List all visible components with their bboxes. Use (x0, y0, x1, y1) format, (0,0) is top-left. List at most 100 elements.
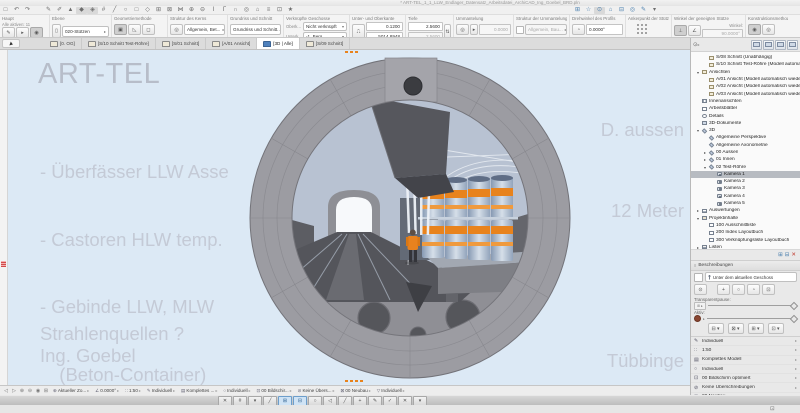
tree-item-3d-dokumente[interactable]: 3D-Dokumente (691, 120, 800, 127)
status-overrides[interactable]: ⊘Keine Übers...▸ (295, 388, 338, 394)
transparency-slider[interactable] (708, 305, 797, 306)
arrow-cursor-tool[interactable] (2, 39, 20, 48)
project-map-icon[interactable] (751, 40, 762, 50)
trace-reset-icon[interactable]: ◔ (747, 284, 760, 295)
tab-s10-schnitt-test-roehre[interactable]: [S/10 Schnitt Test-Röhre] (82, 38, 156, 49)
depth-top-field[interactable]: 2.5600 (408, 22, 443, 31)
display-mode-select[interactable]: Grundriss und Schnitt...▸ (230, 24, 281, 35)
layout-book-icon[interactable] (775, 40, 786, 50)
veneer-thickness-field[interactable]: 0.0000 (479, 24, 511, 35)
open-icon[interactable]: □ (0, 7, 11, 14)
story-filter-checkbox[interactable] (694, 273, 703, 282)
tree-item-a01-ansicht[interactable]: A/01 Ansicht (Modell automatisch wieder … (691, 76, 800, 83)
text-tool-icon[interactable]: I (208, 7, 219, 14)
tree-item-projektinhalte[interactable]: Projektinhalte (691, 215, 800, 222)
camera-tool-icon[interactable]: ◎ (241, 7, 252, 14)
magnet-off-icon[interactable]: ✕ (218, 396, 232, 406)
view-map-icon[interactable] (763, 40, 774, 50)
arc-tool-icon[interactable]: ∩ (230, 7, 241, 14)
line-tool-icon[interactable]: ╱ (109, 7, 120, 14)
markup-icon[interactable]: ✎ (638, 7, 649, 14)
fit-view-icon[interactable]: ⊞ (42, 388, 50, 394)
quick-option-pen-set[interactable]: ✎Individuell (691, 337, 800, 346)
status-orientation[interactable]: ∠0.0000°▸ (92, 388, 122, 394)
grid-menu-icon[interactable]: ▾ (248, 396, 262, 406)
slant-angle-field[interactable]: 90.0000° (702, 29, 743, 37)
trace-rotate-icon[interactable]: ○ (732, 284, 745, 295)
story-filter-select[interactable]: Unter dem aktuellen Geschoss (705, 272, 797, 282)
tree-item-200-index-layoutbuch[interactable]: 200 Index Layoutbuch (691, 229, 800, 236)
tree-item-02-test-roehre[interactable]: 02 Test-Röhre (691, 163, 800, 170)
trace-splitter-icon[interactable]: ⊠ ▾ (728, 323, 744, 334)
slanted-column-icon[interactable]: ∠ (688, 25, 701, 36)
bottom-elevation-field[interactable]: 5014.8948 (366, 32, 403, 37)
clone-folder-icon[interactable]: ⊟ (785, 252, 790, 258)
tree-item-01-innen[interactable]: 01 Innen (691, 156, 800, 163)
geometry-slanted-icon[interactable]: ◺ (128, 24, 141, 35)
new-viewpoint-icon[interactable]: ⊞ (778, 252, 783, 258)
tree-item-a02-ansicht[interactable]: A/02 Ansicht (Modell automatisch wieder … (691, 83, 800, 90)
bottom-link-select[interactable]: -1. Berg...▾ (303, 32, 347, 37)
tree-item-kamera-5[interactable]: Kamera 5 (691, 200, 800, 207)
tree-item-ansichten[interactable]: Ansichten (691, 69, 800, 76)
tree-item-auswertungen[interactable]: Auswertungen (691, 207, 800, 214)
confirm-icon[interactable]: ✓ (383, 396, 397, 406)
layer-select[interactable]: 020-Stützen▸ (62, 26, 109, 37)
tree-item-axonometrie[interactable]: Allgemeine Axonometrie (691, 142, 800, 149)
favorites-icon[interactable]: ★ (285, 7, 296, 14)
core-structure-icon[interactable]: ◎ (170, 24, 183, 35)
quick-option-scale[interactable]: ∷1:50 (691, 346, 800, 355)
tree-item-kamera-1[interactable]: Kamera 1 (691, 171, 800, 178)
status-renovation[interactable]: ⊠00 Neubau▸ (337, 388, 373, 394)
beam-tool-icon[interactable]: ◈ (87, 7, 98, 14)
find-select-icon[interactable]: ⊙ (594, 7, 605, 14)
tab-s01-schnitt[interactable]: [S/01 Schnitt] (156, 38, 206, 49)
tree-item-details[interactable]: Details (691, 112, 800, 119)
tree-item-s10-schnitt[interactable]: S/10 Schnitt Test-Röhre (Modell automati… (691, 61, 800, 68)
snap-points-icon[interactable]: ⊟ (293, 396, 307, 406)
delete-icon[interactable]: ✕ (791, 252, 796, 258)
construction-wrapped-icon[interactable]: ◉ (748, 24, 761, 35)
zoom-out-icon[interactable]: ⊖ (197, 7, 208, 14)
eye-icon[interactable]: ◉ (34, 388, 42, 394)
status-layer-combination[interactable]: ○Individuell▸ (220, 388, 253, 393)
column-tool-icon[interactable]: ◇ (142, 7, 153, 14)
quick-option-overrides[interactable]: ⊘Keine Überschreibungen (691, 383, 800, 392)
settings-dialog-icon[interactable]: ✎ (2, 27, 15, 37)
publisher-icon[interactable] (787, 40, 798, 50)
forward-icon[interactable]: ▷ (10, 388, 18, 394)
tab-s09-schnitt[interactable]: [S/09 Schnitt] (300, 38, 350, 49)
active-slider[interactable] (707, 318, 797, 319)
trace-settings-icon[interactable]: ⊡ (762, 284, 775, 295)
redo-icon[interactable]: ↷ (22, 7, 33, 14)
status-zoom[interactable]: ⊕Aktueller Zo...▸ (50, 388, 92, 394)
mesh-tool-icon[interactable]: ⋈ (175, 7, 186, 14)
quick-option-layer-combination[interactable]: ○Individuell (691, 365, 800, 374)
layers-icon[interactable]: ≡ (263, 7, 274, 14)
active-color-swatch[interactable] (694, 315, 701, 322)
veneer-checkbox[interactable] (516, 26, 524, 34)
status-pen-set[interactable]: ✎Individuell▸ (144, 388, 178, 394)
cursor-snap-icon[interactable]: ◁ (323, 396, 337, 406)
tree-item-100-ausschnittliste[interactable]: 100 Ausschnittliste (691, 222, 800, 229)
arrow-tool-icon[interactable]: ▲ (65, 7, 76, 14)
top-elevation-field[interactable]: 0.1200 (366, 22, 403, 31)
more-icon[interactable]: ▾ (649, 7, 660, 14)
tab-a01-ansicht[interactable]: [A/01 Ansicht] (206, 38, 257, 49)
tree-item-a03-ansicht[interactable]: A/03 Ansicht (Modell automatisch wieder … (691, 90, 800, 97)
vertical-column-icon[interactable]: ⊥ (674, 25, 687, 36)
zoom-out-icon[interactable]: ⊖ (26, 388, 34, 394)
tab-3d-alle[interactable]: [3D | Alle] (257, 38, 300, 49)
trace-more-icon[interactable]: ⊡ ▾ (768, 323, 784, 334)
back-icon[interactable]: ◁ (2, 388, 10, 394)
beschreibungen-header[interactable]: ≡ Beschreibungen (691, 260, 800, 271)
zoom-in-icon[interactable]: ⊕ (18, 388, 26, 394)
render-icon[interactable]: ◎ (627, 7, 638, 14)
snap-guides-icon[interactable]: ⊞ (278, 396, 292, 406)
grid-snap-icon[interactable]: # (233, 396, 247, 406)
tree-item-3d[interactable]: 3D (691, 127, 800, 134)
window-tool-icon[interactable]: ⊞ (153, 7, 164, 14)
favorites-star-icon[interactable]: ☆ (583, 7, 594, 14)
home-icon[interactable]: ⌂ (252, 7, 263, 14)
status-structure[interactable]: ▤Komplettes ...▸ (178, 388, 220, 394)
